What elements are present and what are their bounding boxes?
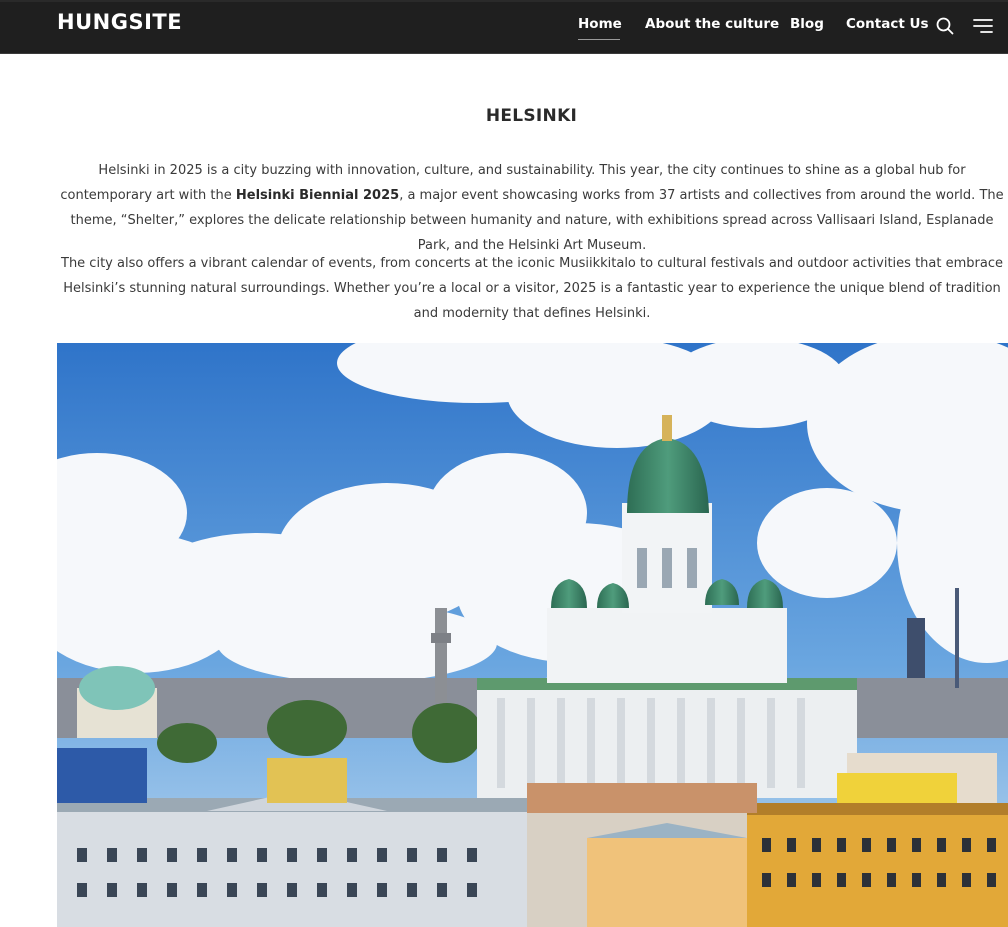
page-title: HELSINKI <box>485 106 578 126</box>
search-icon[interactable] <box>935 16 955 36</box>
site-logo[interactable]: HUNGSITE <box>57 10 182 34</box>
hamburger-menu-icon[interactable] <box>972 16 994 36</box>
biennial-highlight: Helsinki Biennial 2025 <box>235 188 400 203</box>
nav-home[interactable]: Home <box>578 16 622 32</box>
site-header: HUNGSITE Home About the culture Blog Con… <box>0 2 1008 54</box>
intro-paragraph: Helsinki in 2025 is a city buzzing with … <box>57 158 1007 258</box>
nav-about-the-culture[interactable]: About the culture <box>645 16 779 32</box>
nav-blog[interactable]: Blog <box>790 16 824 32</box>
helsinki-cathedral-photo <box>57 343 1008 927</box>
events-paragraph: The city also offers a vibrant calendar … <box>61 256 1003 321</box>
active-nav-indicator <box>578 39 620 40</box>
nav-contact-us[interactable]: Contact Us <box>846 16 929 32</box>
